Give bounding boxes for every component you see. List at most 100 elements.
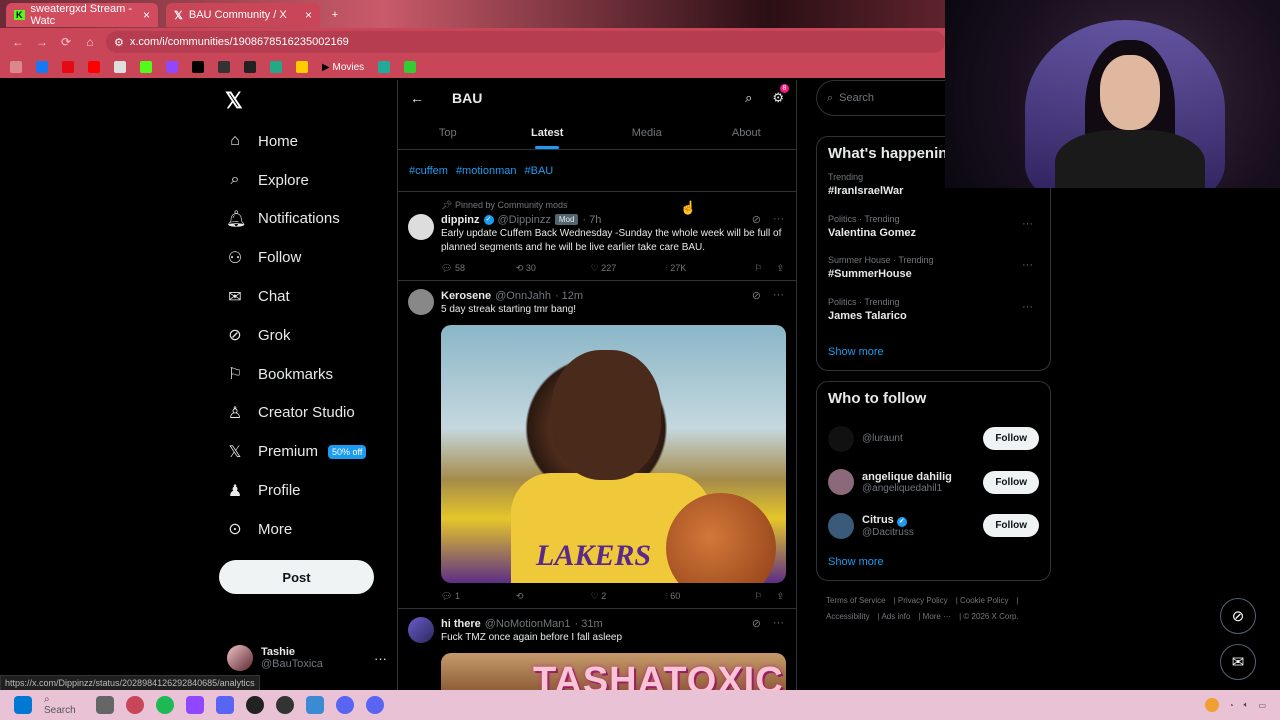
bookmark-site-icon[interactable] — [378, 61, 391, 73]
kick-bookmark-icon[interactable] — [140, 61, 152, 73]
sidebar-item-chat[interactable]: ✉ Chat — [218, 277, 398, 316]
follow-button[interactable]: Follow — [983, 470, 1039, 494]
sidebar-item-home[interactable]: ⌂ Home — [218, 122, 398, 161]
task-view-icon[interactable] — [96, 696, 114, 714]
sidebar-item-creator-studio[interactable]: ♙ Creator Studio — [218, 394, 398, 433]
sidebar-item-profile[interactable]: ♟ Profile — [218, 471, 398, 510]
back-icon[interactable]: ← — [10, 35, 26, 49]
grok-icon[interactable]: ⊘ — [752, 289, 761, 302]
netflix-icon[interactable] — [62, 61, 74, 73]
site-info-icon[interactable]: ⚙ — [114, 36, 124, 49]
battery-icon[interactable]: ▭ — [1258, 701, 1266, 710]
youtube-icon[interactable] — [88, 61, 100, 73]
post-image[interactable]: LAKERS — [441, 325, 786, 583]
share-icon[interactable]: ⇪ — [776, 263, 784, 274]
footer-link[interactable]: Cookie Policy — [960, 596, 1008, 605]
chrome-icon[interactable] — [126, 696, 144, 714]
footer-link[interactable]: Privacy Policy — [898, 596, 948, 605]
author-handle[interactable]: @NoMotionMan1 — [485, 618, 571, 630]
weather-icon[interactable] — [1204, 698, 1219, 712]
reload-icon[interactable]: ⟳ — [58, 35, 74, 49]
sidebar-item-bookmarks[interactable]: ⚐ Bookmarks — [218, 355, 398, 394]
obs-icon[interactable] — [276, 696, 294, 714]
close-icon[interactable]: × — [143, 8, 150, 22]
hashtag-link[interactable]: #motionman — [456, 165, 517, 177]
post-time[interactable]: · 12m — [555, 290, 583, 302]
taskbar-app-icon[interactable] — [186, 696, 204, 714]
like-button[interactable]: ♡ 227 — [591, 263, 666, 274]
volume-icon[interactable]: 🔈︎ — [1244, 700, 1249, 710]
twitch-icon[interactable] — [166, 61, 178, 73]
post-time[interactable]: · 31m — [575, 618, 603, 630]
forward-icon[interactable]: → — [34, 35, 50, 49]
taskbar-app-icon[interactable] — [306, 696, 324, 714]
spotify-icon[interactable] — [156, 696, 174, 714]
trend-item[interactable]: Politics · Trending Valentina Gomez ··· — [828, 214, 1039, 256]
post-item[interactable]: 📌︎ Pinned by Community mods dippinz ✓ @D… — [398, 192, 796, 281]
grok-fab-icon[interactable]: ⊘ — [1220, 598, 1256, 634]
discord-icon[interactable] — [366, 696, 384, 714]
messages-fab-icon[interactable]: ✉ — [1220, 644, 1256, 680]
back-arrow-icon[interactable]: ← — [410, 90, 424, 106]
settings-gear-icon[interactable]: ⚙ 8 — [772, 84, 789, 106]
bookmark-site-icon[interactable] — [270, 61, 282, 73]
bookmark-site-icon[interactable] — [244, 61, 256, 73]
bookmark-site-icon[interactable] — [218, 61, 230, 73]
facebook-icon[interactable] — [36, 61, 48, 73]
more-dots-icon[interactable]: ··· — [1022, 301, 1033, 313]
more-dots-icon[interactable]: ··· — [374, 651, 387, 666]
home-browser-icon[interactable]: ⌂ — [82, 35, 98, 49]
taskbar-app-icon[interactable] — [246, 696, 264, 714]
more-dots-icon[interactable]: ··· — [773, 289, 784, 302]
follow-suggestion[interactable]: @luraunt Follow — [828, 417, 1039, 461]
reply-button[interactable]: 💬︎ 1 — [441, 591, 516, 602]
show-more-link[interactable]: Show more — [828, 346, 1039, 358]
hashtag-link[interactable]: #BAU — [524, 165, 553, 177]
avatar[interactable] — [408, 617, 434, 643]
views-button[interactable]: ⫶ 27K — [666, 263, 741, 274]
sidebar-item-premium[interactable]: 𝕏 Premium 50% off — [218, 432, 398, 471]
x-logo[interactable]: 𝕏 — [225, 88, 243, 114]
bookmark-site-icon[interactable] — [404, 61, 417, 73]
url-field[interactable]: ⚙ x.com/i/communities/190867851623500216… — [106, 31, 945, 53]
follow-suggestion[interactable]: Citrus ✓ @Dacitruss Follow — [828, 504, 1039, 548]
follow-suggestion[interactable]: angelique dahilig @angeliquedahil1 Follow — [828, 461, 1039, 505]
more-dots-icon[interactable]: ··· — [1022, 218, 1033, 230]
discord-icon[interactable] — [336, 696, 354, 714]
like-button[interactable]: ♡ 2 — [591, 591, 666, 602]
grok-icon[interactable]: ⊘ — [752, 213, 761, 226]
repost-button[interactable]: ⟲ 30 — [516, 263, 591, 274]
more-dots-icon[interactable]: ··· — [773, 213, 784, 226]
more-dots-icon[interactable]: ··· — [1022, 259, 1033, 271]
sidebar-item-follow[interactable]: ⚇ Follow — [218, 238, 398, 277]
sidebar-item-grok[interactable]: ⊘ Grok — [218, 316, 398, 355]
footer-link[interactable]: More ··· — [923, 612, 951, 621]
sidebar-item-explore[interactable]: ⌕ Explore — [218, 161, 398, 200]
follow-button[interactable]: Follow — [983, 514, 1039, 538]
show-more-link[interactable]: Show more — [828, 556, 1039, 568]
trend-item[interactable]: Politics · Trending James Talarico ··· — [828, 297, 1039, 339]
tab-latest[interactable]: Latest — [498, 116, 598, 149]
bookmark-movies[interactable]: ▶ Movies — [322, 62, 364, 73]
footer-link[interactable]: Ads info — [881, 612, 910, 621]
windows-start-icon[interactable] — [14, 696, 32, 714]
bookmark-icon[interactable]: ⚐ — [754, 263, 762, 274]
tab-media[interactable]: Media — [597, 116, 697, 149]
sidebar-item-more[interactable]: ⊙ More — [218, 510, 398, 549]
repost-button[interactable]: ⟲ — [516, 591, 591, 602]
share-icon[interactable]: ⇪ — [776, 591, 784, 602]
sidebar-item-notifications[interactable]: 🔔︎ Notifications — [218, 200, 398, 239]
account-switcher[interactable]: Tashie @BauToxica ··· — [227, 643, 387, 673]
trend-item[interactable]: Summer House · Trending #SummerHouse ··· — [828, 255, 1039, 297]
new-tab-button[interactable]: + — [326, 3, 344, 27]
footer-link[interactable]: Terms of Service — [826, 596, 886, 605]
browser-tab-bau[interactable]: 𝕏 BAU Community / X × — [166, 3, 320, 27]
author-handle[interactable]: @OnnJahh — [495, 290, 551, 302]
search-icon[interactable]: ⌕ — [745, 90, 752, 106]
footer-link[interactable]: Accessibility — [826, 612, 870, 621]
instagram-icon[interactable] — [114, 61, 126, 73]
wifi-icon[interactable]: ◔ — [1229, 701, 1234, 710]
taskbar-search-icon[interactable]: ⌕ Search — [44, 694, 84, 716]
more-dots-icon[interactable]: ··· — [773, 617, 784, 630]
reply-button[interactable]: 💬︎ 58 — [441, 263, 516, 274]
